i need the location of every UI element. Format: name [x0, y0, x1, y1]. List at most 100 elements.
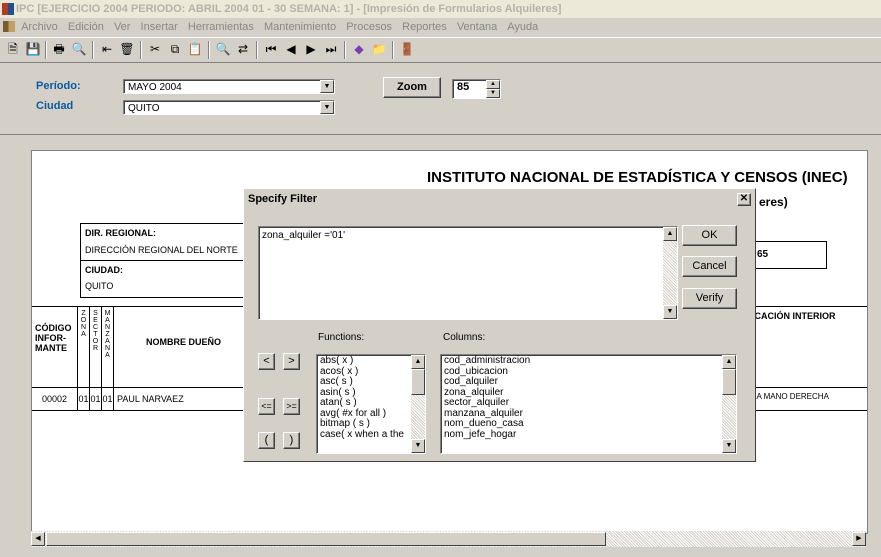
col-header-ubicacion: ICACIÓN INTERIOR — [752, 306, 867, 388]
cut-icon[interactable]: ✂ — [146, 41, 164, 58]
columns-scrollbar[interactable]: ▲ ▼ — [722, 355, 736, 453]
scroll-thumb[interactable] — [46, 532, 606, 546]
find-icon[interactable]: 🔍 — [214, 41, 232, 58]
toolbar-separator — [392, 41, 394, 59]
menu-mantenimiento[interactable]: Mantenimiento — [264, 18, 336, 36]
less-than-button[interactable]: < — [258, 353, 275, 370]
cancel-button[interactable]: Cancel — [682, 256, 737, 277]
filter-expression-text: zona_alquiler ='01' — [262, 230, 346, 241]
chevron-down-icon[interactable]: ▼ — [320, 101, 334, 114]
functions-list[interactable]: abs( x ) acos( x ) asc( s ) asin( s ) at… — [316, 354, 426, 454]
new-icon[interactable]: 🗎 — [4, 41, 22, 58]
spin-down-icon[interactable]: ▼ — [486, 89, 500, 98]
delete-icon[interactable]: 🗑 — [118, 41, 136, 58]
scroll-down-icon[interactable]: ▼ — [411, 439, 425, 453]
zoom-value: 85 — [457, 81, 470, 93]
zoom-input[interactable]: 85 ▲ ▼ — [452, 79, 501, 99]
ciudad-select[interactable]: QUITO ▼ — [123, 100, 335, 115]
list-item[interactable]: asc( s ) — [320, 376, 404, 388]
expression-scrollbar[interactable]: ▲ ▼ — [663, 227, 677, 319]
save-icon[interactable]: 💾 — [24, 41, 42, 58]
previous-record-icon[interactable]: ◀ — [282, 41, 300, 58]
edit-icon[interactable]: ◆ — [350, 41, 368, 58]
col-header-nombre: NOMBRE DUEÑO — [113, 306, 253, 388]
list-item[interactable]: nom_dueno_casa — [444, 418, 530, 430]
replace-icon[interactable]: ⇄ — [234, 41, 252, 58]
periodo-value: MAYO 2004 — [128, 82, 182, 93]
list-item[interactable]: cod_administracion — [444, 355, 530, 367]
window-title: IPC [EJERCICIO 2004 PERIODO: ABRIL 2004 … — [16, 3, 562, 15]
folder-icon[interactable]: 📁 — [370, 41, 388, 58]
menu-ver[interactable]: Ver — [114, 18, 131, 36]
columns-list[interactable]: cod_administracion cod_ubicacion cod_alq… — [440, 354, 737, 454]
scroll-down-icon[interactable]: ▼ — [722, 439, 736, 453]
list-item[interactable]: atan( s ) — [320, 397, 404, 409]
less-equal-button[interactable]: <= — [258, 398, 275, 415]
scroll-down-icon[interactable]: ▼ — [663, 305, 677, 319]
report-box: 65 — [752, 241, 827, 269]
functions-scrollbar[interactable]: ▲ ▼ — [411, 355, 425, 453]
toolbar-separator — [92, 41, 94, 59]
right-paren-button[interactable]: ) — [283, 432, 300, 449]
menu-ventana[interactable]: Ventana — [457, 18, 497, 36]
scroll-thumb[interactable] — [722, 369, 736, 395]
menu-procesos[interactable]: Procesos — [346, 18, 392, 36]
last-record-icon[interactable]: ⏭ — [322, 41, 340, 58]
toolbar-separator — [45, 41, 47, 59]
report-ciudad-value: QUITO — [85, 281, 114, 291]
functions-label: Functions: — [318, 332, 365, 343]
toolbar-separator — [208, 41, 210, 59]
title-bar: IPC [EJERCICIO 2004 PERIODO: ABRIL 2004 … — [0, 0, 881, 18]
print-icon[interactable]: 🖶 — [50, 41, 68, 58]
filter-expression-input[interactable]: zona_alquiler ='01' ▲ ▼ — [258, 226, 678, 320]
report-ciudad-label: CIUDAD: — [85, 265, 123, 275]
ciudad-value: QUITO — [128, 103, 160, 114]
list-item[interactable]: cod_alquiler — [444, 376, 530, 388]
left-paren-button[interactable]: ( — [258, 432, 275, 449]
menu-herramientas[interactable]: Herramientas — [188, 18, 254, 36]
toolbar-separator — [140, 41, 142, 59]
menu-reportes[interactable]: Reportes — [402, 18, 447, 36]
periodo-select[interactable]: MAYO 2004 ▼ — [123, 79, 335, 94]
scroll-up-icon[interactable]: ▲ — [411, 355, 425, 369]
divider — [0, 134, 881, 135]
scroll-thumb[interactable] — [411, 369, 425, 395]
spin-up-icon[interactable]: ▲ — [486, 80, 500, 89]
toolbar: 🗎 💾 🖶 🔍 ⇤ 🗑 ✂ ⧉ 📋 🔍 ⇄ ⏮ ◀ ▶ ⏭ ◆ 📁 🚪 — [0, 37, 881, 63]
columns-items: cod_administracion cod_ubicacion cod_alq… — [444, 355, 530, 441]
dialog-title: Specify Filter — [248, 193, 318, 205]
menu-edicion[interactable]: Edición — [68, 18, 104, 36]
chevron-down-icon[interactable]: ▼ — [320, 80, 334, 93]
scroll-left-icon[interactable]: ◀ — [31, 532, 45, 546]
scroll-up-icon[interactable]: ▲ — [663, 227, 677, 241]
insert-row-icon[interactable]: ⇤ — [98, 41, 116, 58]
scroll-up-icon[interactable]: ▲ — [722, 355, 736, 369]
close-icon[interactable]: ✕ — [737, 193, 751, 206]
dialog-title-bar: Specify Filter ✕ — [246, 191, 753, 208]
zoom-button[interactable]: Zoom — [383, 77, 441, 98]
list-item[interactable]: sector_alquiler — [444, 397, 530, 409]
verify-button[interactable]: Verify — [682, 288, 737, 309]
print-preview-icon[interactable]: 🔍 — [70, 41, 88, 58]
exit-icon[interactable]: 🚪 — [398, 41, 416, 58]
report-box-value: 65 — [757, 249, 769, 260]
greater-than-button[interactable]: > — [283, 353, 300, 370]
scroll-right-icon[interactable]: ▶ — [852, 532, 866, 546]
list-item[interactable]: bitmap ( s ) — [320, 418, 404, 430]
copy-icon[interactable]: ⧉ — [166, 41, 184, 58]
mdi-child-icon[interactable] — [3, 21, 15, 32]
menu-insertar[interactable]: Insertar — [141, 18, 178, 36]
horizontal-scrollbar[interactable]: ◀ ▶ — [31, 531, 866, 547]
list-item[interactable]: case( x when a the — [320, 429, 404, 441]
greater-equal-button[interactable]: >= — [283, 398, 300, 415]
menu-archivo[interactable]: Archivo — [21, 18, 58, 36]
report-institute-title: INSTITUTO NACIONAL DE ESTADÍSTICA Y CENS… — [427, 169, 848, 186]
paste-icon[interactable]: 📋 — [186, 41, 204, 58]
report-subtitle: eres) — [759, 195, 788, 209]
ok-button[interactable]: OK — [682, 225, 737, 246]
list-item[interactable]: nom_jefe_hogar — [444, 429, 530, 441]
menu-ayuda[interactable]: Ayuda — [507, 18, 538, 36]
list-item[interactable]: abs( x ) — [320, 355, 404, 367]
first-record-icon[interactable]: ⏮ — [262, 41, 280, 58]
next-record-icon[interactable]: ▶ — [302, 41, 320, 58]
